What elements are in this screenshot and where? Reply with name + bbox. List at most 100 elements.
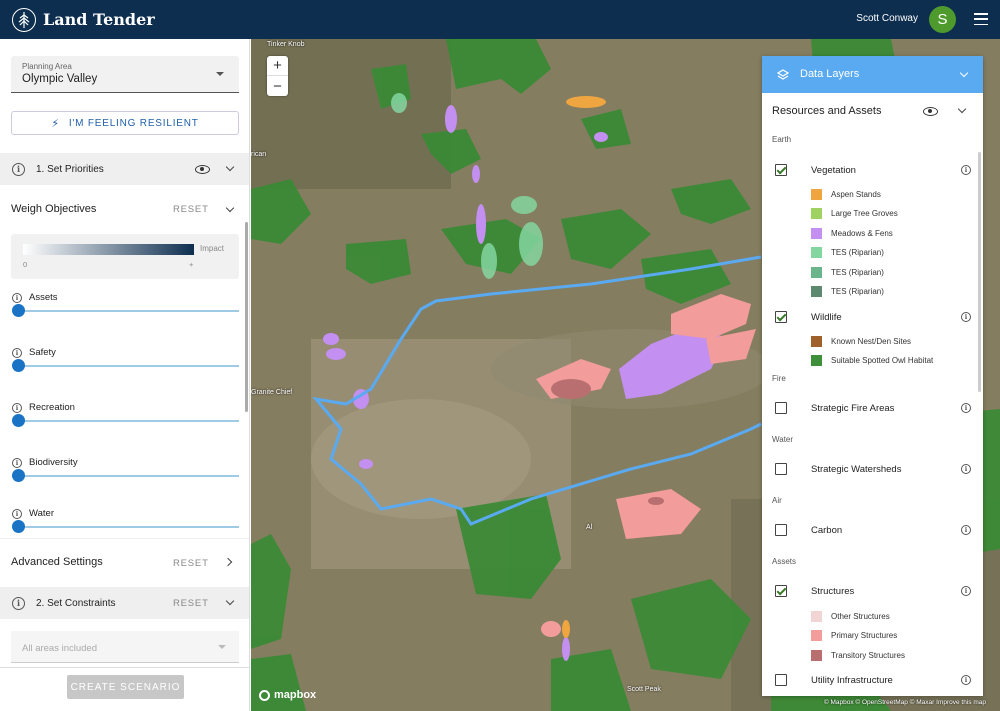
slider-thumb[interactable] — [12, 359, 25, 372]
legend-swatch — [811, 188, 822, 200]
layer-name: Strategic Fire Areas — [811, 403, 895, 414]
create-scenario-button[interactable]: CREATE SCENARIO — [67, 675, 184, 699]
zoom-in-button[interactable]: + — [267, 56, 288, 76]
data-layers-header[interactable]: Data Layers — [762, 56, 983, 93]
slider-track[interactable] — [19, 365, 239, 367]
slider-track[interactable] — [19, 420, 239, 422]
info-icon[interactable]: i — [961, 165, 971, 175]
info-icon[interactable]: i — [12, 348, 22, 358]
set-constraints-header[interactable]: i 2. Set Constraints RESET — [0, 587, 249, 619]
map-attribution[interactable]: © Mapbox © OpenStreetMap © Maxar Improve… — [824, 699, 986, 706]
wildlife-checkbox[interactable] — [775, 311, 787, 323]
legend-item: Large Tree Groves — [811, 207, 898, 219]
planning-area-select[interactable]: Planning Area Olympic Valley — [11, 56, 239, 93]
impact-max-label: + — [189, 260, 194, 269]
objective-slider-biodiversity: i Biodiversity — [11, 457, 239, 497]
chevron-right-icon[interactable] — [223, 557, 233, 567]
layer-name: Structures — [811, 586, 855, 597]
data-layers-panel: Data Layers Resources and Assets Earth V… — [762, 56, 983, 696]
info-icon[interactable]: i — [12, 162, 25, 176]
zoom-out-button[interactable]: − — [267, 76, 288, 96]
layer-name: Vegetation — [811, 165, 856, 176]
info-icon[interactable]: i — [12, 458, 22, 468]
objective-label: Safety — [29, 347, 56, 358]
zoom-control: + − — [267, 56, 288, 96]
slider-thumb[interactable] — [12, 520, 25, 533]
chevron-down-icon[interactable] — [225, 203, 235, 213]
avatar[interactable]: S — [929, 6, 956, 33]
layer-strategic-watersheds: Strategic Watersheds i — [762, 462, 983, 478]
eye-icon[interactable] — [923, 107, 938, 116]
info-icon[interactable]: i — [12, 509, 22, 519]
slider-thumb[interactable] — [12, 414, 25, 427]
vegetation-checkbox[interactable] — [775, 164, 787, 176]
category-earth: Earth — [772, 135, 792, 144]
layers-icon — [777, 69, 789, 80]
hamburger-menu-icon[interactable] — [974, 13, 988, 25]
chevron-down-icon[interactable] — [225, 162, 235, 172]
info-icon[interactable]: i — [12, 596, 25, 610]
impact-min-label: 0 — [23, 260, 28, 269]
objective-label: Recreation — [29, 402, 75, 413]
legend-swatch — [811, 246, 822, 258]
info-icon[interactable]: i — [961, 525, 971, 535]
lightning-icon: ⚡︎ — [51, 117, 60, 130]
slider-thumb[interactable] — [12, 469, 25, 482]
objective-label: Assets — [29, 292, 58, 303]
chevron-down-icon[interactable] — [957, 104, 967, 114]
advanced-settings-reset-button[interactable]: RESET — [173, 558, 209, 569]
legend-item: TES (Riparian) — [811, 285, 884, 297]
weigh-objectives-reset-button[interactable]: RESET — [173, 204, 209, 215]
slider-track[interactable] — [19, 475, 239, 477]
legend-swatch — [811, 610, 822, 622]
slider-track[interactable] — [19, 526, 239, 528]
structures-checkbox[interactable] — [775, 585, 787, 597]
chevron-down-icon[interactable] — [959, 68, 969, 78]
advanced-settings-row[interactable]: Advanced Settings RESET — [0, 538, 249, 587]
carbon-checkbox[interactable] — [775, 524, 787, 536]
slider-track[interactable] — [19, 310, 239, 312]
map-place-label: Al — [586, 524, 593, 531]
app-name: Land Tender — [43, 10, 155, 29]
set-constraints-reset-button[interactable]: RESET — [173, 598, 209, 609]
info-icon[interactable]: i — [12, 403, 22, 413]
panel-scrollbar[interactable] — [245, 222, 248, 412]
eye-icon[interactable] — [195, 165, 210, 174]
info-icon[interactable]: i — [12, 293, 22, 303]
strategic-watersheds-checkbox[interactable] — [775, 463, 787, 475]
info-icon[interactable]: i — [961, 403, 971, 413]
utility-infrastructure-checkbox[interactable] — [775, 674, 787, 686]
user-name[interactable]: Scott Conway — [856, 13, 918, 24]
constraints-select[interactable]: All areas included — [11, 631, 239, 663]
layers-scrollbar[interactable] — [978, 152, 981, 392]
strategic-fire-checkbox[interactable] — [775, 402, 787, 414]
divider — [0, 667, 249, 668]
category-water: Water — [772, 435, 794, 444]
app-logo[interactable]: Land Tender — [12, 7, 155, 32]
mapbox-logo[interactable]: mapbox — [259, 689, 316, 701]
left-panel: Planning Area Olympic Valley ⚡︎ I'M FEEL… — [0, 39, 250, 711]
legend-item: Aspen Stands — [811, 188, 881, 200]
layer-name: Utility Infrastructure — [811, 675, 893, 686]
legend-swatch — [811, 629, 822, 641]
slider-thumb[interactable] — [12, 304, 25, 317]
data-layers-title: Data Layers — [800, 68, 860, 80]
category-fire: Fire — [772, 374, 786, 383]
mapbox-icon — [259, 689, 270, 701]
layer-name: Carbon — [811, 525, 843, 536]
advanced-settings-title: Advanced Settings — [11, 556, 103, 568]
category-assets: Assets — [772, 557, 797, 566]
info-icon[interactable]: i — [961, 586, 971, 596]
feeling-resilient-button[interactable]: ⚡︎ I'M FEELING RESILIENT — [11, 111, 239, 135]
chevron-down-icon[interactable] — [225, 596, 235, 606]
info-icon[interactable]: i — [961, 312, 971, 322]
legend-swatch — [811, 285, 822, 297]
planning-area-value: Olympic Valley — [22, 73, 98, 85]
layer-structures: Structures i — [762, 584, 983, 600]
set-priorities-header[interactable]: i 1. Set Priorities — [0, 153, 249, 185]
objective-label: Water — [29, 508, 54, 519]
map-place-label: Granite Chief — [251, 389, 293, 396]
info-icon[interactable]: i — [961, 464, 971, 474]
info-icon[interactable]: i — [961, 675, 971, 685]
impact-label: Impact — [200, 244, 225, 253]
